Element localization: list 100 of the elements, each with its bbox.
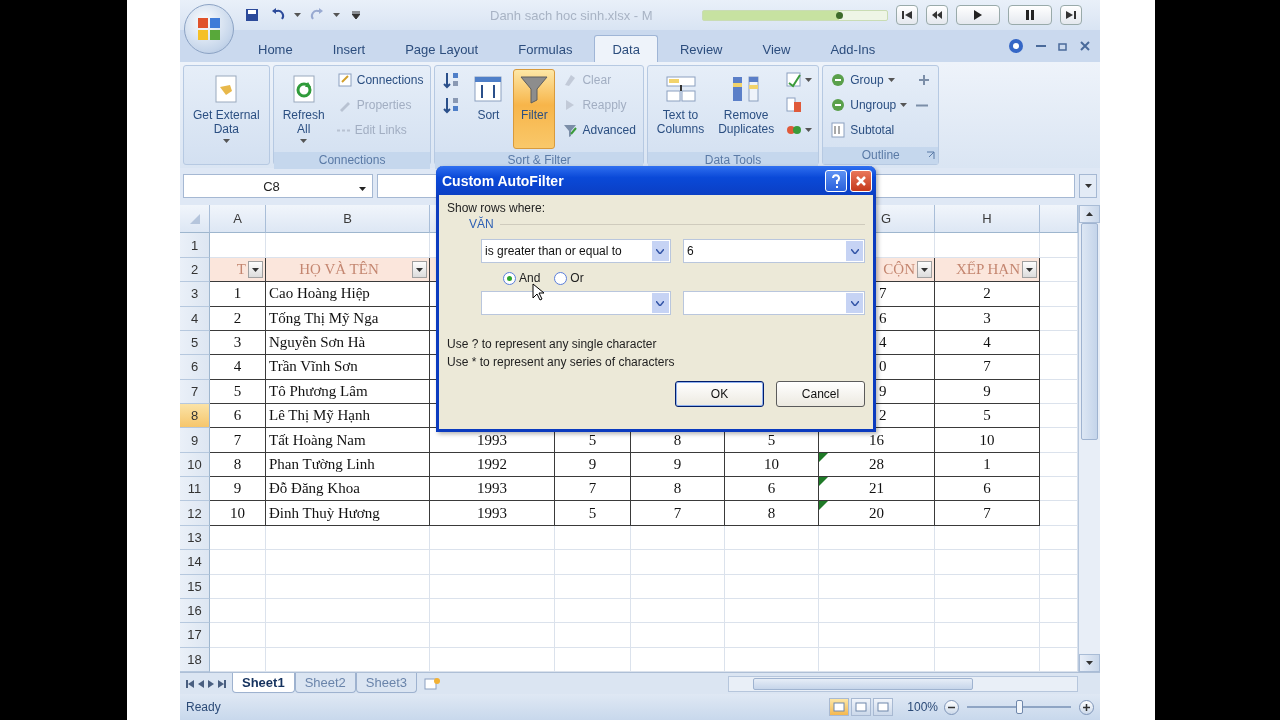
filter-dropdown-button[interactable] xyxy=(412,261,427,278)
row-header[interactable]: 14 xyxy=(180,550,210,575)
table-cell: Phan Tường Linh xyxy=(266,452,430,478)
table-cell: 9 xyxy=(935,379,1040,404)
close-icon xyxy=(855,174,867,187)
column-header[interactable]: H xyxy=(935,205,1040,234)
ribbon-tab[interactable]: View xyxy=(744,35,809,62)
filter-dropdown-button[interactable] xyxy=(917,261,932,278)
row-header[interactable]: 12 xyxy=(180,501,210,526)
ribbon-button[interactable]: Remove Duplicates xyxy=(713,69,780,149)
table-cell: 7 xyxy=(555,477,631,502)
row-header[interactable]: 8 xyxy=(180,404,210,429)
dialog-button[interactable]: Cancel xyxy=(776,381,865,407)
scroll-up-button[interactable] xyxy=(1079,205,1100,223)
rewind-icon xyxy=(932,11,942,19)
scroll-thumb[interactable] xyxy=(1081,223,1098,440)
group-icon xyxy=(830,72,847,88)
help-button[interactable] xyxy=(825,169,847,192)
cell-text: 20 xyxy=(869,504,884,522)
table-cell: 4 xyxy=(210,355,266,380)
play-button[interactable] xyxy=(956,5,1000,25)
expand-formula-button[interactable] xyxy=(1079,174,1097,198)
ribbon-button[interactable]: Advanced xyxy=(559,119,639,141)
table-cell: 7 xyxy=(631,501,725,526)
zoom-out-button[interactable] xyxy=(944,699,959,715)
row-header[interactable]: 9 xyxy=(180,428,210,453)
next-button[interactable] xyxy=(1060,5,1082,25)
value-dropdown[interactable]: 6 xyxy=(682,239,865,263)
ribbon-tab[interactable]: Formulas xyxy=(500,35,591,62)
caret-icon xyxy=(294,13,301,17)
sheet-tab[interactable]: Sheet1 xyxy=(232,672,295,693)
ribbon-button[interactable]: Get External Data xyxy=(188,69,265,149)
table-cell xyxy=(210,233,266,258)
scroll-thumb[interactable] xyxy=(753,677,973,690)
radio-button[interactable]: And xyxy=(503,271,541,285)
cursor-icon xyxy=(532,283,544,301)
ribbon-tab[interactable]: Page Layout xyxy=(387,35,497,62)
name-box[interactable]: C8 xyxy=(183,174,373,198)
ribbon-tab[interactable]: Data xyxy=(594,35,658,62)
table-cell: 8 xyxy=(631,477,725,502)
table-cell: 10 xyxy=(725,452,819,478)
row-header[interactable]: 4 xyxy=(180,306,210,331)
row-header[interactable]: 5 xyxy=(180,330,210,356)
ribbon-tab[interactable]: Insert xyxy=(314,35,384,62)
table-cell: Tất Hoàng Nam xyxy=(266,428,430,453)
scroll-down-button[interactable] xyxy=(1079,654,1100,672)
zoom-level[interactable]: 100% xyxy=(907,700,938,714)
column-header[interactable]: A xyxy=(210,205,266,234)
previous-icon xyxy=(902,11,912,19)
rewind-button[interactable] xyxy=(926,5,948,25)
row-header[interactable]: 7 xyxy=(180,379,210,404)
prompt-text: Show rows where: xyxy=(447,201,547,215)
ribbon-button[interactable]: Group xyxy=(827,69,911,91)
row-header[interactable]: 3 xyxy=(180,282,210,307)
previous-button[interactable] xyxy=(896,5,918,25)
ribbon-button[interactable]: Ungroup xyxy=(827,94,911,116)
ribbon-tab[interactable]: Review xyxy=(661,35,741,62)
table-cell xyxy=(1040,452,1078,478)
row-header[interactable]: 18 xyxy=(180,647,210,672)
radio-button[interactable]: Or xyxy=(554,271,584,285)
horizontal-scrollbar[interactable] xyxy=(728,675,1078,692)
ribbon-button[interactable]: Filter xyxy=(513,69,556,149)
ribbon-button[interactable]: Text to Columns xyxy=(651,69,710,149)
status-text: Ready xyxy=(186,700,221,714)
close-button[interactable] xyxy=(850,169,872,192)
ribbon-button[interactable]: Sort xyxy=(467,69,510,149)
row-header[interactable]: 10 xyxy=(180,452,210,478)
column-header[interactable]: B xyxy=(266,205,430,234)
operator-dropdown[interactable]: is greater than or equal to xyxy=(481,239,671,263)
row-header[interactable]: 17 xyxy=(180,623,210,648)
table-cell: 5 xyxy=(935,404,1040,429)
ribbon-button[interactable]: Connections xyxy=(333,69,427,91)
ribbon-button[interactable]: Refresh All xyxy=(277,69,330,149)
filter-dropdown-button[interactable] xyxy=(1022,261,1037,278)
row-header[interactable]: 6 xyxy=(180,355,210,380)
row-header[interactable]: 1 xyxy=(180,233,210,258)
play-icon xyxy=(974,10,982,20)
row-header[interactable]: 11 xyxy=(180,477,210,502)
row-header[interactable]: 16 xyxy=(180,598,210,624)
ribbon-tab[interactable]: Add-Ins xyxy=(812,35,894,62)
row-header[interactable]: 15 xyxy=(180,574,210,599)
table-cell xyxy=(1040,477,1078,502)
connections-icon xyxy=(336,72,353,88)
advanced-icon xyxy=(562,122,579,138)
page-view-icon xyxy=(855,702,868,712)
help-icon xyxy=(1008,38,1024,54)
zoom-in-button[interactable] xyxy=(1079,699,1094,715)
restore-icon xyxy=(1058,41,1068,51)
row-header[interactable]: 13 xyxy=(180,525,210,551)
filter-dropdown-button[interactable] xyxy=(248,261,263,278)
window-title: Danh sach hoc sinh.xlsx - M xyxy=(489,7,654,23)
slider-thumb[interactable] xyxy=(1016,700,1023,714)
progress-thumb[interactable] xyxy=(836,11,844,19)
ribbon-button[interactable]: Subtotal xyxy=(827,119,911,141)
dialog-button[interactable]: OK xyxy=(675,381,764,407)
table-cell xyxy=(210,623,266,648)
ribbon-tab[interactable]: Home xyxy=(240,35,311,62)
row-header[interactable]: 2 xyxy=(180,257,210,283)
pause-button[interactable] xyxy=(1008,5,1052,25)
vertical-scrollbar[interactable] xyxy=(1078,205,1100,672)
